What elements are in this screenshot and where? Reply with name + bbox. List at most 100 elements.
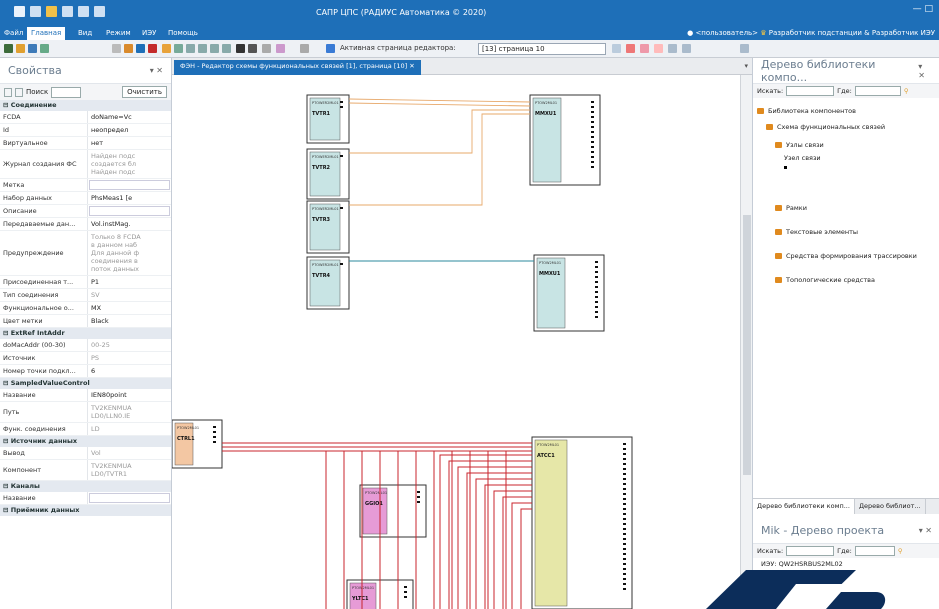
block-port[interactable] <box>623 543 626 545</box>
block-port[interactable] <box>623 478 626 480</box>
block-port[interactable] <box>623 548 626 550</box>
library-tree-node[interactable]: Текстовые элементы <box>757 220 935 244</box>
table-icon[interactable] <box>668 44 677 53</box>
settings-icon[interactable] <box>300 44 309 53</box>
text-icon[interactable] <box>248 44 257 53</box>
block-port[interactable] <box>623 563 626 565</box>
block-port[interactable] <box>623 513 626 515</box>
property-row[interactable]: Присоединенная т... P1 <box>0 276 171 289</box>
property-value[interactable] <box>89 206 170 216</box>
property-category[interactable]: ⊟ ExtRef IntAddr <box>0 328 171 339</box>
block-port[interactable] <box>595 296 598 298</box>
pin-icon[interactable]: ▾ ✕ <box>919 526 932 535</box>
block-port[interactable] <box>591 111 594 113</box>
block-port[interactable] <box>623 558 626 560</box>
block-title[interactable]: ATCC1 <box>537 453 555 459</box>
block-port[interactable] <box>595 311 598 313</box>
block-port[interactable] <box>623 533 626 535</box>
library-tree-node[interactable]: Схема функциональных связей <box>757 118 935 136</box>
property-row[interactable]: Название <box>0 492 171 505</box>
property-value[interactable] <box>89 493 170 503</box>
property-row[interactable]: Вывод Vol <box>0 447 171 460</box>
property-value[interactable]: Vol.instMag. <box>88 218 171 230</box>
block-header[interactable]: PTOWER2ML01 <box>312 263 339 267</box>
menu-view[interactable]: Вид <box>78 29 92 37</box>
undo-icon[interactable] <box>94 6 105 17</box>
block-port[interactable] <box>595 276 598 278</box>
property-row[interactable]: Предупреждение Только 8 FCDA в данном наб… <box>0 231 171 276</box>
block-header[interactable]: PTOW2ML01 <box>352 586 374 590</box>
component-icon[interactable] <box>16 44 25 53</box>
zoom-icon[interactable] <box>262 44 271 53</box>
tab-editor[interactable]: ФЭН - Редактор схемы функциональных связ… <box>174 60 421 75</box>
property-row[interactable]: Путь TV2KENMUA LD0/LLN0.IE <box>0 402 171 423</box>
align-right-icon[interactable] <box>210 44 219 53</box>
window-controls[interactable]: — □ <box>913 4 933 14</box>
tab-menu-icon[interactable]: ▾ <box>744 62 748 70</box>
block-port[interactable] <box>340 263 343 265</box>
folder-icon[interactable] <box>124 44 133 53</box>
block-port[interactable] <box>623 503 626 505</box>
property-category[interactable]: ⊟ Источник данных <box>0 436 171 447</box>
block-port[interactable] <box>591 101 594 103</box>
function-block-body[interactable] <box>536 257 566 329</box>
marker-icon[interactable] <box>640 44 649 53</box>
block-port[interactable] <box>623 578 626 580</box>
block-port[interactable] <box>623 583 626 585</box>
block-port[interactable] <box>213 436 216 438</box>
block-port[interactable] <box>595 306 598 308</box>
align-left-icon[interactable] <box>186 44 195 53</box>
property-row[interactable]: Цвет метки Black <box>0 315 171 328</box>
block-port[interactable] <box>623 528 626 530</box>
pin-icon[interactable] <box>626 44 635 53</box>
save-icon[interactable] <box>62 6 73 17</box>
library-where-select[interactable] <box>854 86 901 96</box>
block-port[interactable] <box>591 136 594 138</box>
block-port[interactable] <box>213 441 216 443</box>
vertical-scrollbar[interactable] <box>740 75 752 609</box>
print-icon[interactable] <box>78 6 89 17</box>
block-header[interactable]: PTOW2ML01 <box>365 491 387 495</box>
property-row[interactable]: Источник PS <box>0 352 171 365</box>
property-value[interactable]: Black <box>88 315 171 327</box>
menu-mode[interactable]: Режим <box>106 29 131 37</box>
search-icon[interactable]: ⚲ <box>898 547 903 555</box>
property-value[interactable]: P1 <box>88 276 171 288</box>
block-port[interactable] <box>623 453 626 455</box>
block-port[interactable] <box>623 448 626 450</box>
block-port[interactable] <box>623 483 626 485</box>
block-port[interactable] <box>404 586 407 588</box>
library-tree-node[interactable]: Узел связи <box>757 154 935 196</box>
open-icon[interactable] <box>46 6 57 17</box>
property-value[interactable] <box>89 180 170 190</box>
grid-icon[interactable] <box>28 44 37 53</box>
block-port[interactable] <box>591 156 594 158</box>
block-port[interactable] <box>591 116 594 118</box>
menu-home[interactable]: Главная <box>27 27 66 40</box>
property-row[interactable]: Метка <box>0 179 171 192</box>
project-where-select[interactable] <box>854 546 895 556</box>
library-tree-node[interactable]: Топологические средства <box>757 268 935 292</box>
block-port[interactable] <box>623 468 626 470</box>
zoom-in-icon[interactable] <box>740 44 749 53</box>
block-port[interactable] <box>595 286 598 288</box>
scroll-thumb[interactable] <box>743 215 751 475</box>
pin-icon[interactable]: ▾ ✕ <box>150 66 163 75</box>
block-port[interactable] <box>417 496 420 498</box>
property-row[interactable]: Компонент TV2KENMUA LD0/TVTR1 <box>0 460 171 481</box>
property-value[interactable]: TV2KENMUA LD0/LLN0.IE <box>88 402 171 422</box>
tab-library-tree[interactable]: Дерево библиотеки комп... <box>753 499 855 514</box>
tab-library-tree-2[interactable]: Дерево библиот... <box>855 499 926 514</box>
block-port[interactable] <box>595 316 598 318</box>
block-port[interactable] <box>623 568 626 570</box>
block-port[interactable] <box>623 518 626 520</box>
block-header[interactable]: PTOWER2ML01 <box>312 155 339 159</box>
block-port[interactable] <box>595 291 598 293</box>
property-row[interactable]: doMacAddr (00-30) 00-25 <box>0 339 171 352</box>
page-icon[interactable] <box>112 44 121 53</box>
block-port[interactable] <box>595 271 598 273</box>
block-port[interactable] <box>623 458 626 460</box>
search-icon[interactable]: ⚲ <box>904 87 909 95</box>
block-port[interactable] <box>623 538 626 540</box>
block-port[interactable] <box>595 261 598 263</box>
